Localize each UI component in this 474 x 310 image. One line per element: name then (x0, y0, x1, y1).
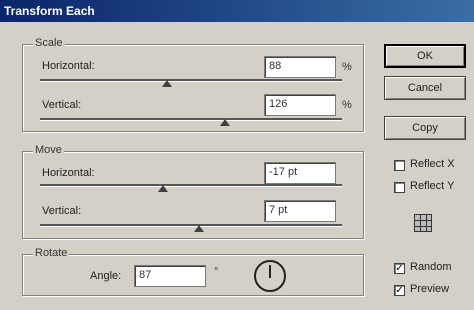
rotate-angle-label: Angle: (90, 270, 122, 282)
reference-point-grid-icon[interactable] (414, 214, 432, 232)
scale-horizontal-slider-thumb[interactable] (162, 80, 172, 87)
move-vertical-slider-thumb[interactable] (194, 225, 204, 232)
rotate-angle-unit: ° (214, 266, 219, 278)
reflect-y-label[interactable]: Reflect Y (410, 180, 454, 192)
scale-vertical-slider-thumb[interactable] (220, 119, 230, 126)
move-horizontal-label: Horizontal: (42, 167, 95, 179)
move-vertical-input[interactable]: 7 pt (264, 200, 336, 222)
scale-horizontal-unit: % (342, 61, 352, 73)
random-checkbox[interactable]: ✓ (394, 263, 405, 274)
scale-horizontal-input[interactable]: 88 (264, 56, 336, 78)
rotate-group-title: Rotate (33, 247, 70, 259)
angle-dial-hand (269, 265, 271, 278)
move-horizontal-slider[interactable] (40, 184, 342, 187)
scale-horizontal-label: Horizontal: (42, 60, 95, 72)
scale-horizontal-slider[interactable] (40, 79, 342, 82)
ok-button[interactable]: OK (384, 44, 466, 68)
preview-checkbox[interactable]: ✓ (394, 285, 405, 296)
scale-vertical-unit: % (342, 99, 352, 111)
move-horizontal-slider-thumb[interactable] (158, 185, 168, 192)
scale-group-title: Scale (33, 37, 65, 49)
rotate-angle-input[interactable]: 87 (134, 265, 206, 287)
scale-vertical-input[interactable]: 126 (264, 94, 336, 116)
reflect-y-checkbox[interactable] (394, 182, 405, 193)
move-vertical-slider[interactable] (40, 224, 342, 227)
copy-button[interactable]: Copy (384, 116, 466, 140)
move-horizontal-input[interactable]: -17 pt (264, 162, 336, 184)
scale-vertical-slider[interactable] (40, 118, 342, 121)
random-label[interactable]: Random (410, 261, 452, 273)
reflect-x-checkbox[interactable] (394, 160, 405, 171)
reflect-x-label[interactable]: Reflect X (410, 158, 455, 170)
move-group-title: Move (33, 144, 64, 156)
preview-label[interactable]: Preview (410, 283, 449, 295)
window-title: Transform Each (4, 4, 95, 18)
move-vertical-label: Vertical: (42, 205, 82, 217)
scale-vertical-label: Vertical: (42, 99, 82, 111)
cancel-button[interactable]: Cancel (384, 76, 466, 100)
angle-dial-icon[interactable] (254, 260, 286, 292)
title-bar[interactable]: Transform Each (0, 0, 474, 22)
